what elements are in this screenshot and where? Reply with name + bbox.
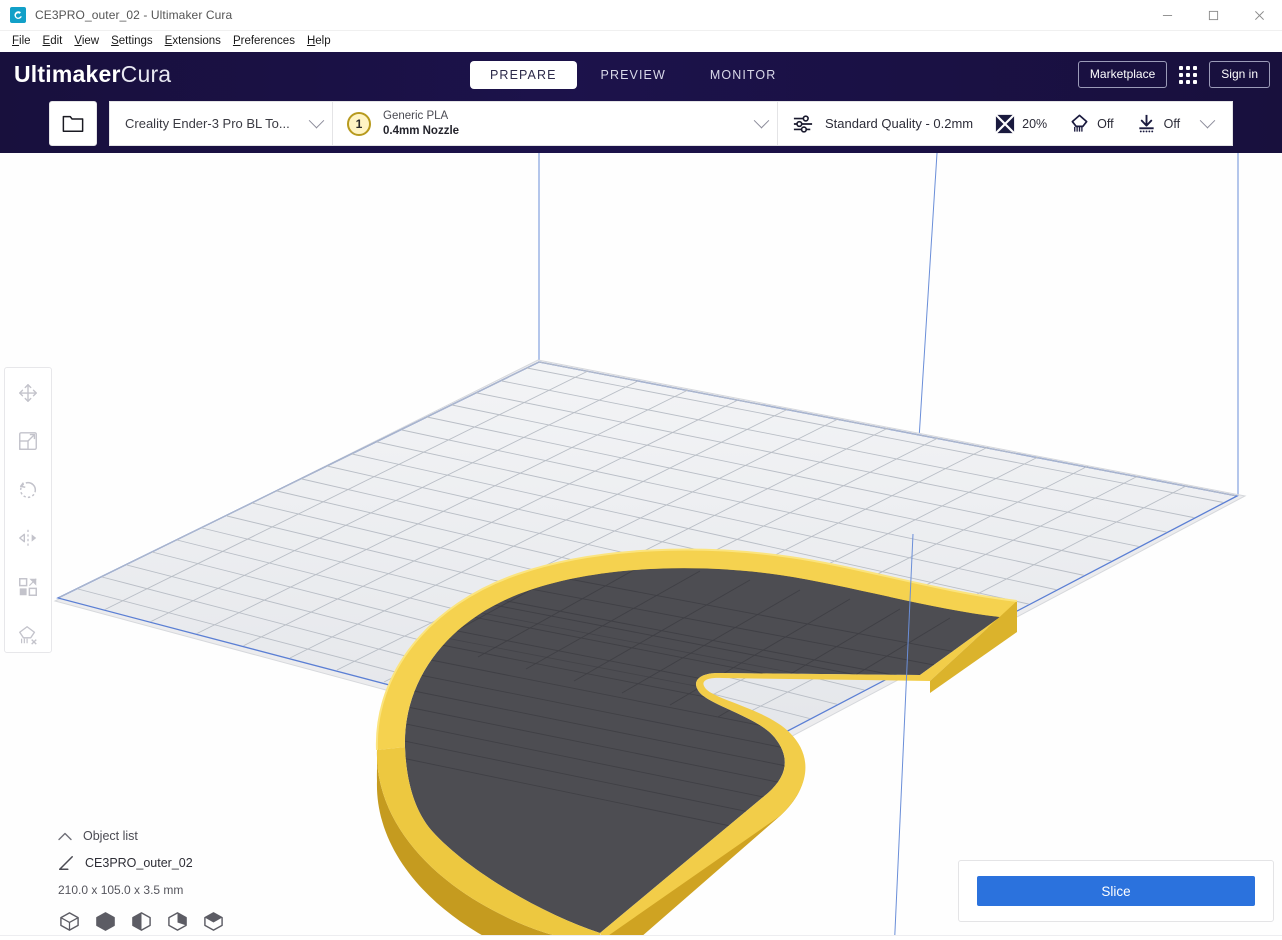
scale-icon	[19, 432, 37, 451]
infill-setting: 20%	[995, 113, 1048, 134]
status-bar	[0, 935, 1282, 940]
nozzle-size: 0.4mm Nozzle	[383, 125, 460, 137]
sliders-icon	[793, 114, 813, 133]
object-list-panel: Object list CE3PRO_outer_02 210.0 x 105.…	[58, 829, 338, 932]
tab-prepare[interactable]: PREPARE	[470, 60, 577, 89]
printer-select[interactable]: Creality Ender-3 Pro BL To...	[109, 101, 332, 146]
menu-file-mnemonic: F	[12, 35, 20, 47]
chevron-up-icon	[58, 832, 72, 840]
cura-header: UltimakerCura PREPARE PREVIEW MONITOR Ma…	[0, 52, 1282, 97]
menu-file-label: ile	[19, 35, 31, 47]
folder-open-icon	[62, 115, 84, 133]
grid-apps-icon[interactable]	[1177, 64, 1199, 86]
scale-tool[interactable]	[11, 425, 45, 459]
adhesion-value: Off	[1163, 116, 1181, 131]
object-name: CE3PRO_outer_02	[85, 856, 193, 870]
cube-solid-icon	[95, 911, 115, 931]
view-cube-flat[interactable]	[202, 910, 224, 932]
logo-ultimaker: Ultimaker	[14, 61, 121, 87]
object-list-label: Object list	[83, 829, 138, 843]
cura-app-icon	[10, 7, 26, 23]
view-cube-shaded[interactable]	[130, 910, 152, 932]
per-model-settings-tool[interactable]	[11, 570, 45, 604]
per-model-settings-icon	[19, 577, 37, 596]
move-icon	[19, 383, 37, 402]
menu-settings-mnemonic: S	[111, 35, 119, 47]
object-list-header[interactable]: Object list	[58, 829, 338, 843]
view-cube-open[interactable]	[166, 910, 188, 932]
menu-edit-label: dit	[50, 35, 63, 47]
mirror-icon	[19, 530, 37, 547]
tab-monitor[interactable]: MONITOR	[690, 61, 797, 89]
adhesion-icon	[1138, 114, 1154, 133]
menu-help-label: elp	[315, 35, 331, 47]
menu-preferences-label: references	[240, 35, 295, 47]
cura-logo: UltimakerCura	[14, 61, 171, 88]
material-select[interactable]: 1 Generic PLA 0.4mm Nozzle	[332, 101, 778, 146]
view-cube-wireframe[interactable]	[58, 910, 80, 932]
quality-profile-label: Standard Quality - 0.2mm	[825, 116, 974, 131]
close-button[interactable]	[1236, 0, 1282, 31]
support-value: Off	[1097, 116, 1114, 131]
header-actions: Marketplace Sign in	[1077, 52, 1270, 97]
printer-name: Creality Ender-3 Pro BL To...	[125, 116, 290, 131]
menu-preferences[interactable]: Preferences	[227, 33, 301, 49]
object-dimensions: 210.0 x 105.0 x 3.5 mm	[58, 883, 184, 897]
extruder-badge: 1	[347, 111, 371, 136]
cube-shaded-icon	[131, 911, 151, 931]
menu-preferences-mnemonic: P	[232, 35, 241, 47]
cube-flat-icon	[203, 911, 223, 931]
chevron-down-icon	[753, 112, 770, 129]
open-file-button[interactable]	[49, 101, 97, 146]
support-blocker-tool[interactable]	[11, 619, 45, 653]
menu-extensions[interactable]: Extensions	[159, 33, 227, 49]
chevron-down-icon[interactable]	[1199, 112, 1216, 129]
move-tool[interactable]	[11, 376, 45, 410]
window-title: CE3PRO_outer_02 - Ultimaker Cura	[35, 8, 233, 22]
minimize-button[interactable]	[1144, 0, 1190, 31]
menu-edit[interactable]: Edit	[37, 33, 69, 49]
title-bar: CE3PRO_outer_02 - Ultimaker Cura	[0, 0, 1282, 31]
adhesion-setting: Off	[1136, 113, 1180, 134]
menu-settings-label: ettings	[118, 35, 153, 47]
menu-bar: File Edit View Settings Extensions Prefe…	[0, 31, 1282, 52]
rotate-icon	[19, 481, 37, 498]
menu-view[interactable]: View	[68, 33, 105, 49]
cube-open-icon	[167, 911, 187, 931]
chevron-down-icon	[308, 112, 325, 129]
menu-settings[interactable]: Settings	[105, 33, 159, 49]
menu-view-mnemonic: V	[74, 35, 82, 47]
view-mode-buttons	[58, 910, 338, 932]
mirror-tool[interactable]	[11, 522, 45, 556]
slice-button[interactable]: Slice	[977, 876, 1255, 906]
sign-in-button[interactable]: Sign in	[1209, 61, 1270, 88]
marketplace-button[interactable]: Marketplace	[1077, 61, 1168, 88]
logo-cura: Cura	[120, 61, 172, 87]
action-panel: Slice	[958, 860, 1274, 922]
support-setting: Off	[1069, 113, 1114, 134]
rotate-tool[interactable]	[11, 473, 45, 507]
menu-view-label: iew	[81, 35, 100, 47]
infill-value: 20%	[1022, 116, 1048, 131]
view-cube-solid[interactable]	[94, 910, 116, 932]
cube-wireframe-icon	[59, 911, 79, 931]
material-name: Generic PLA	[383, 109, 449, 122]
support-icon	[1071, 114, 1088, 132]
main-tabs: PREPARE PREVIEW MONITOR	[470, 52, 796, 97]
model-tools-strip	[4, 367, 52, 653]
print-settings-select[interactable]: Standard Quality - 0.2mm 20% Off Off	[778, 101, 1233, 146]
support-blocker-icon	[19, 626, 37, 645]
maximize-button[interactable]	[1190, 0, 1236, 31]
infill-icon	[995, 113, 1015, 134]
mesh-edit-icon	[59, 856, 73, 870]
3d-viewport[interactable]	[0, 153, 1282, 940]
menu-file[interactable]: File	[6, 33, 37, 49]
window-controls	[1144, 0, 1282, 31]
tab-preview[interactable]: PREVIEW	[581, 61, 686, 89]
object-list-item[interactable]: CE3PRO_outer_02	[58, 855, 338, 871]
menu-extensions-label: xtensions	[172, 35, 221, 47]
menu-help[interactable]: Help	[301, 33, 337, 49]
